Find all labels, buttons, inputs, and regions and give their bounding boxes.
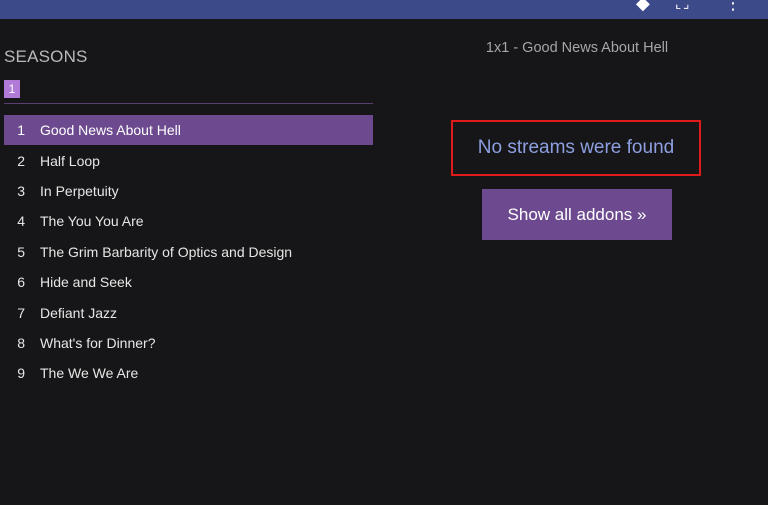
episode-number: 3 [17, 182, 25, 199]
more-icon[interactable]: ⋮ [724, 0, 742, 14]
episode-title: Defiant Jazz [40, 304, 118, 321]
episode-title: What's for Dinner? [40, 334, 156, 351]
episode-heading: 1x1 - Good News About Hell [485, 40, 669, 56]
no-streams-message: No streams were found [451, 120, 701, 176]
episode-list: 1 Good News About Hell 2 Half Loop 3 In … [4, 115, 373, 389]
season-selector-1[interactable]: 1 [4, 80, 20, 98]
episode-title: Good News About Hell [40, 122, 181, 139]
episode-title: The You You Are [40, 213, 144, 230]
episode-item[interactable]: 3 In Perpetuity [4, 176, 373, 206]
episode-title: Hide and Seek [40, 274, 132, 291]
episode-item[interactable]: 6 Hide and Seek [4, 267, 373, 297]
show-all-addons-button[interactable]: Show all addons » [482, 189, 672, 240]
fullscreen-icon[interactable]: ⛶ [676, 0, 689, 14]
season-divider [4, 103, 373, 104]
episode-number: 9 [17, 365, 25, 382]
episode-number: 1 [17, 122, 25, 139]
episode-number: 5 [17, 243, 25, 260]
share-icon[interactable]: ◆ [636, 0, 650, 14]
episode-title: Half Loop [40, 152, 100, 169]
episode-number: 7 [17, 304, 25, 321]
episode-title: The Grim Barbarity of Optics and Design [40, 243, 293, 260]
episode-item[interactable]: 5 The Grim Barbarity of Optics and Desig… [4, 237, 373, 267]
episode-number: 2 [17, 152, 25, 169]
episode-item[interactable]: 1 Good News About Hell [4, 115, 373, 146]
episode-item[interactable]: 8 What's for Dinner? [4, 328, 373, 358]
episode-title: In Perpetuity [40, 182, 119, 199]
seasons-label: SEASONS [4, 47, 88, 66]
episode-item[interactable]: 9 The We We Are [4, 358, 373, 388]
episode-item[interactable]: 2 Half Loop [4, 145, 373, 175]
episode-number: 4 [17, 213, 25, 230]
episode-number: 6 [17, 274, 25, 291]
episode-item[interactable]: 4 The You You Are [4, 206, 373, 236]
top-bar: ◆ ⛶ ⋮ [0, 0, 768, 19]
episode-number: 8 [17, 334, 25, 351]
episode-item[interactable]: 7 Defiant Jazz [4, 297, 373, 327]
episode-title: The We We Are [40, 365, 139, 382]
